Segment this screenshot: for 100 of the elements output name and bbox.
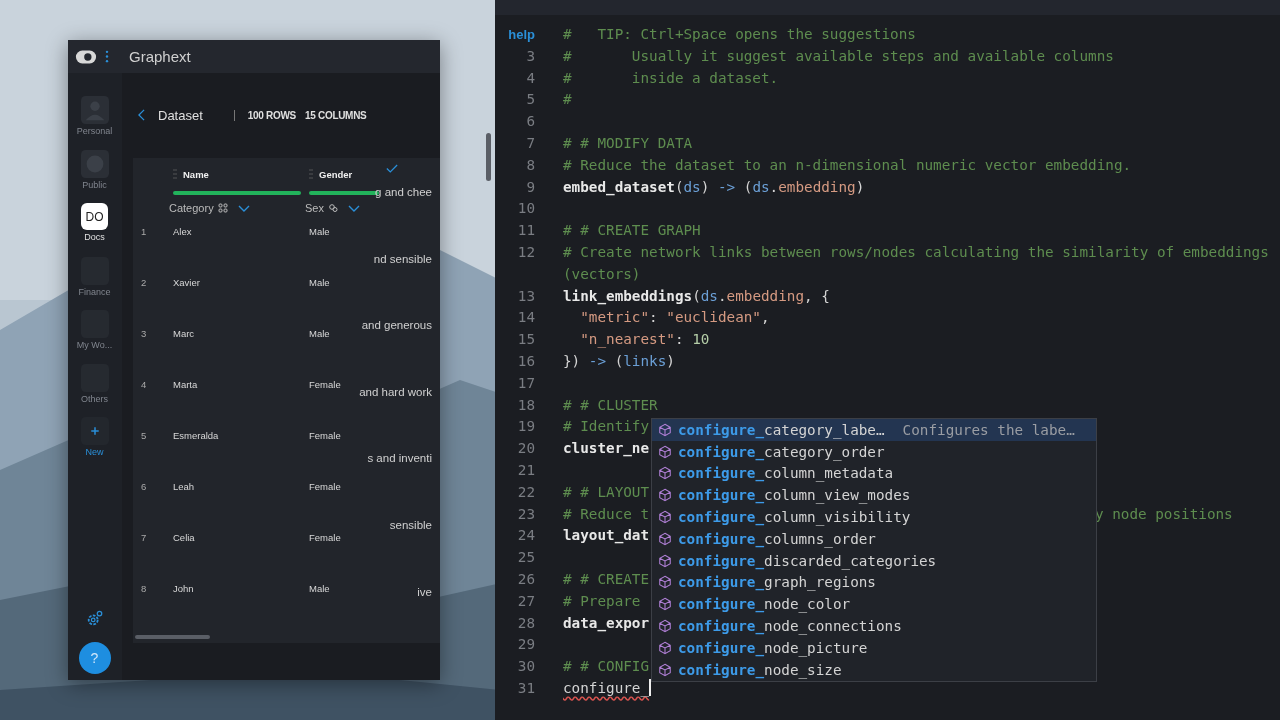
suggestion-item[interactable]: configure_node_size — [652, 658, 1096, 681]
code-line: layout_dat — [563, 526, 650, 546]
code-line: # # CREATE — [563, 569, 650, 589]
settings-icon[interactable] — [85, 610, 104, 628]
table-cell-text: s and inventi — [367, 452, 432, 467]
code-line: # Reduce the dataset to an n-dimensional numeric vector embedding. — [563, 155, 1132, 175]
suggestion-item[interactable]: configure_columns_order — [652, 528, 1096, 550]
suggestion-item[interactable]: configure_column_metadata — [652, 462, 1096, 485]
more-icon[interactable] — [105, 50, 109, 63]
line-number: 21 — [517, 461, 535, 478]
suggestion-item[interactable]: configure_node_connections — [652, 615, 1096, 637]
line-number: 11 — [517, 222, 535, 239]
line-number: 31 — [517, 679, 535, 696]
back-icon[interactable] — [138, 109, 145, 121]
line-number: 9 — [526, 178, 535, 195]
code-line: # Prepare — [563, 591, 641, 611]
cube-icon — [658, 488, 672, 503]
row-number: 6 — [140, 480, 147, 494]
line-number: 8 — [526, 156, 535, 173]
suggestion-item[interactable]: configure_node_picture — [652, 636, 1096, 659]
code-line: # # CLUSTER — [563, 395, 658, 415]
row-number: 3 — [140, 327, 147, 341]
line-number: 13 — [517, 287, 535, 304]
scrollbar[interactable] — [486, 133, 491, 181]
line-number: 20 — [517, 440, 535, 457]
chevron-down-icon[interactable] — [347, 204, 360, 212]
line-number: 22 — [517, 483, 535, 500]
code-line: # inside a dataset. — [563, 68, 779, 88]
cube-icon — [658, 640, 672, 655]
scrollbar[interactable] — [135, 635, 210, 639]
suggestion-item[interactable]: configure_discarded_categories — [652, 549, 1096, 572]
cube-icon — [658, 662, 672, 677]
sidebar-item[interactable]: Personal — [76, 96, 113, 150]
code-line: data_expor — [563, 613, 650, 634]
suggestion-item[interactable]: configure_node_color — [652, 593, 1096, 616]
line-number: 16 — [517, 352, 535, 369]
line-number: 25 — [517, 549, 535, 566]
table-cell: Female — [309, 378, 341, 392]
sidebar-item[interactable]: My Wo... — [76, 310, 113, 364]
table-cell: Marta — [173, 378, 198, 392]
code-line: configure_ — [563, 677, 651, 699]
line-number: 3 — [526, 47, 535, 64]
line-number: 10 — [517, 200, 535, 217]
table-cell: Alex — [173, 225, 192, 239]
cube-icon — [658, 553, 672, 568]
table-cell: Female — [309, 429, 341, 443]
column-header[interactable]: Name — [183, 168, 209, 180]
line-number: 30 — [517, 658, 535, 675]
cube-icon — [658, 444, 672, 459]
line-number: 5 — [526, 91, 535, 108]
row-number: 5 — [140, 429, 147, 443]
check-icon — [386, 164, 398, 173]
table-cell-text: and generous — [361, 319, 432, 334]
line-number: 28 — [517, 614, 535, 631]
table-cell: Leah — [173, 480, 195, 494]
line-number: 29 — [517, 636, 535, 653]
suggestion-item[interactable]: configure_column_visibility — [652, 506, 1096, 528]
line-number: 24 — [517, 527, 535, 544]
cube-icon — [658, 619, 672, 634]
table-cell: Female — [309, 531, 341, 545]
sidebar-item[interactable]: New — [80, 417, 109, 471]
cube-icon — [658, 466, 672, 481]
row-number: 4 — [140, 378, 147, 392]
code-line: "metric": "euclidean", — [579, 308, 770, 328]
line-number: 15 — [517, 331, 535, 348]
dataset-title: Dataset — [158, 107, 203, 123]
suggestion-item[interactable]: configure_category_order — [652, 440, 1096, 463]
code-line: # # CREATE GRAPH — [563, 221, 701, 241]
chevron-down-icon[interactable] — [237, 204, 250, 212]
row-number: 2 — [140, 276, 147, 290]
code-line: # # MODIFY DATA — [563, 134, 693, 153]
sidebar-item[interactable]: Public — [80, 149, 109, 203]
line-number: 7 — [526, 135, 535, 151]
table-cell: Male — [309, 582, 330, 596]
column-type: Sex — [305, 202, 324, 214]
line-number: 18 — [517, 396, 535, 413]
grid-icon — [217, 203, 228, 213]
line-number: 27 — [517, 592, 535, 609]
help-link[interactable]: help — [508, 27, 535, 42]
code-line: # # LAYOUT — [563, 482, 650, 502]
table-cell-text: and hard work — [359, 385, 432, 400]
sidebar-item[interactable]: Others — [80, 363, 109, 417]
app-title: Graphext — [129, 48, 191, 65]
avatar-badge: DO — [81, 203, 108, 230]
sidebar-item[interactable]: DO Docs — [81, 203, 108, 257]
table-cell: Celia — [173, 531, 195, 545]
suggestion-item[interactable]: configure_column_view_modes — [652, 484, 1096, 507]
table-cell: Xavier — [173, 276, 200, 290]
code-line: # — [563, 90, 572, 110]
columns-count: 15 COLUMNS — [305, 109, 367, 121]
column-header[interactable]: Gender — [319, 168, 353, 180]
suggestion-item[interactable]: configure_graph_regions — [652, 571, 1096, 594]
sidebar-item[interactable]: Finance — [78, 256, 111, 310]
cube-icon — [658, 510, 672, 525]
code-line: "n_nearest": 10 — [579, 330, 710, 350]
plus-icon — [80, 417, 109, 445]
suggestion-item[interactable]: configure_category_labe… Configures the labe… — [652, 419, 1096, 441]
cube-icon — [658, 422, 672, 437]
table-cell-text: nd sensible — [373, 252, 432, 267]
rows-count: 100 ROWS — [247, 109, 296, 121]
